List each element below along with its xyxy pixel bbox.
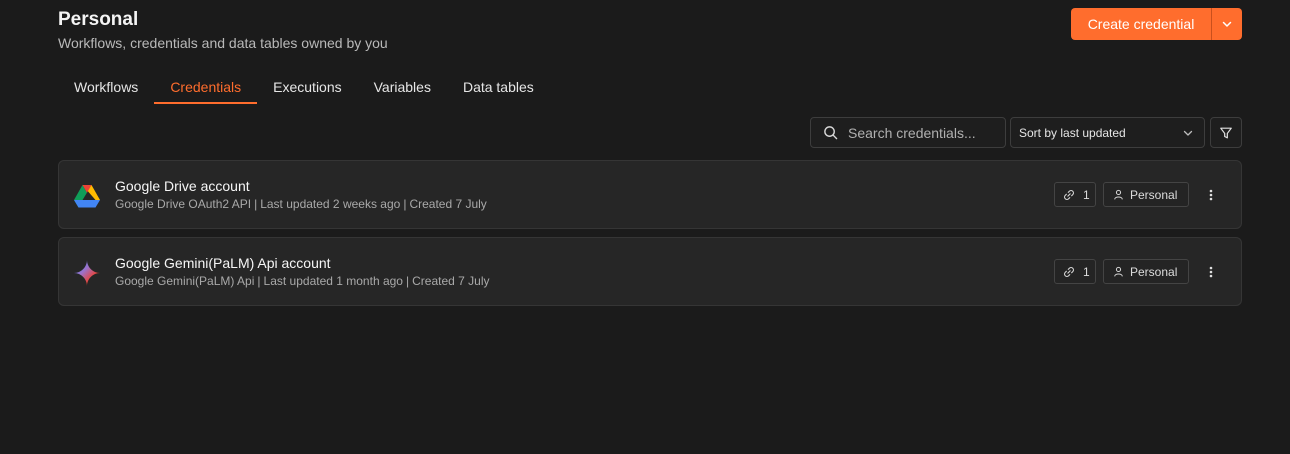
chevron-down-icon [1222,21,1232,27]
search-icon [824,126,838,140]
project-tabs: Workflows Credentials Executions Variabl… [58,72,550,104]
user-icon [1114,266,1123,277]
credential-updated: Last updated 2 weeks ago [260,197,401,211]
link-icon [1064,266,1074,277]
tab-executions[interactable]: Executions [257,72,357,104]
credential-menu-button[interactable] [1199,182,1223,207]
filter-icon [1220,127,1232,138]
credentials-page: Personal Workflows, credentials and data… [0,0,1290,454]
sort-value: Sort by last updated [1019,125,1126,140]
usage-count: 1 [1083,187,1090,202]
project-badge: Personal [1103,259,1189,284]
more-vertical-icon [1209,189,1213,200]
create-options-button[interactable] [1211,8,1242,40]
chevron-down-icon [1183,130,1193,136]
project-badge: Personal [1103,182,1189,207]
page-title: Personal [58,9,139,30]
credential-meta: Google Drive OAuth2 API | Last updated 2 w… [115,197,487,211]
credential-name: Google Gemini(PaLM) Api account [115,255,331,271]
sort-select[interactable]: Sort by last updated [1010,117,1205,148]
credential-type: Google Drive OAuth2 API [115,197,252,211]
page-header: Personal Workflows, credentials and data… [58,9,388,52]
credential-created: Created 7 July [412,274,490,288]
project-name: Personal [1130,187,1178,202]
credential-card[interactable]: Google Gemini(PaLM) Api account Google G… [58,237,1242,306]
more-vertical-icon [1209,266,1213,277]
link-icon [1064,189,1074,200]
create-credential-group: Create credential [1071,8,1242,40]
tab-workflows[interactable]: Workflows [58,72,154,104]
filter-button[interactable] [1210,117,1242,148]
tab-credentials[interactable]: Credentials [154,72,258,104]
google-drive-icon [74,185,100,208]
tab-data-tables[interactable]: Data tables [447,72,550,104]
credential-name: Google Drive account [115,178,250,194]
search-box [810,117,1006,148]
search-input[interactable] [848,124,998,141]
credential-created: Created 7 July [409,197,487,211]
credential-menu-button[interactable] [1199,259,1223,284]
credential-type: Google Gemini(PaLM) Api [115,274,255,288]
usage-badge[interactable]: 1 [1054,182,1096,207]
usage-count: 1 [1083,264,1090,279]
credential-updated: Last updated 1 month ago [263,274,403,288]
user-icon [1114,189,1123,200]
page-subtitle: Workflows, credentials and data tables o… [58,35,388,51]
tab-variables[interactable]: Variables [358,72,447,104]
project-name: Personal [1130,264,1178,279]
create-credential-button[interactable]: Create credential [1071,8,1211,40]
gemini-icon [74,260,100,286]
credential-meta: Google Gemini(PaLM) Api | Last updated 1 m… [115,274,490,288]
usage-badge[interactable]: 1 [1054,259,1096,284]
credential-card[interactable]: Google Drive account Google Drive OAuth2… [58,160,1242,229]
